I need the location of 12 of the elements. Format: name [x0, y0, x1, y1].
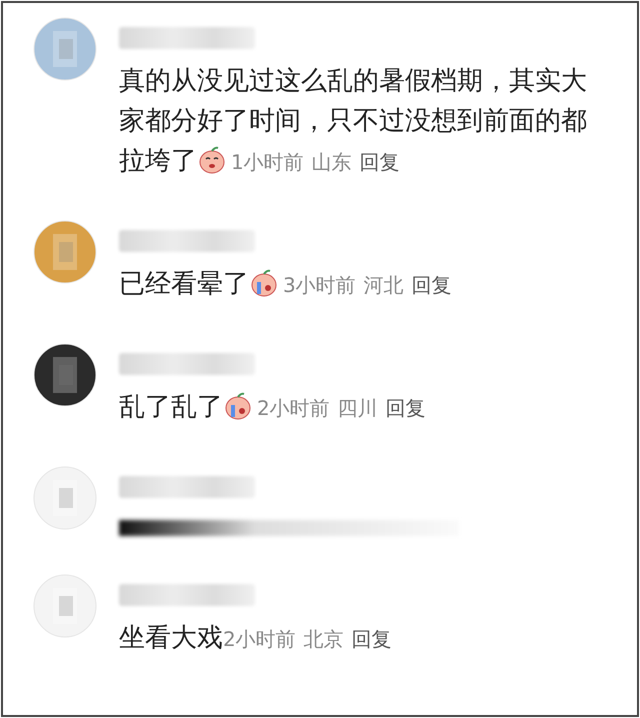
- comment-text: 乱了乱了 2小时前 四川 回复: [119, 390, 427, 424]
- crying-face-icon: [223, 391, 253, 421]
- crying-face-icon: [249, 268, 279, 298]
- comment-text: 真的从没见过这么乱的暑假档期，其实大家都分好了时间，只不过没想到前面的都拉垮了 1小时前 山东 回复: [119, 65, 588, 178]
- reply-link[interactable]: 回复: [386, 396, 426, 420]
- avatar[interactable]: [33, 343, 97, 407]
- reply-link[interactable]: 回复: [352, 627, 392, 651]
- reply-link[interactable]: 回复: [360, 150, 400, 174]
- peach-face-icon: [197, 145, 227, 175]
- reply-link[interactable]: 回复: [412, 273, 452, 297]
- comment-text: 已经看晕了 3小时前 河北 回复: [119, 267, 453, 301]
- comment-text: 坐看大戏2小时前 北京 回复: [119, 622, 393, 655]
